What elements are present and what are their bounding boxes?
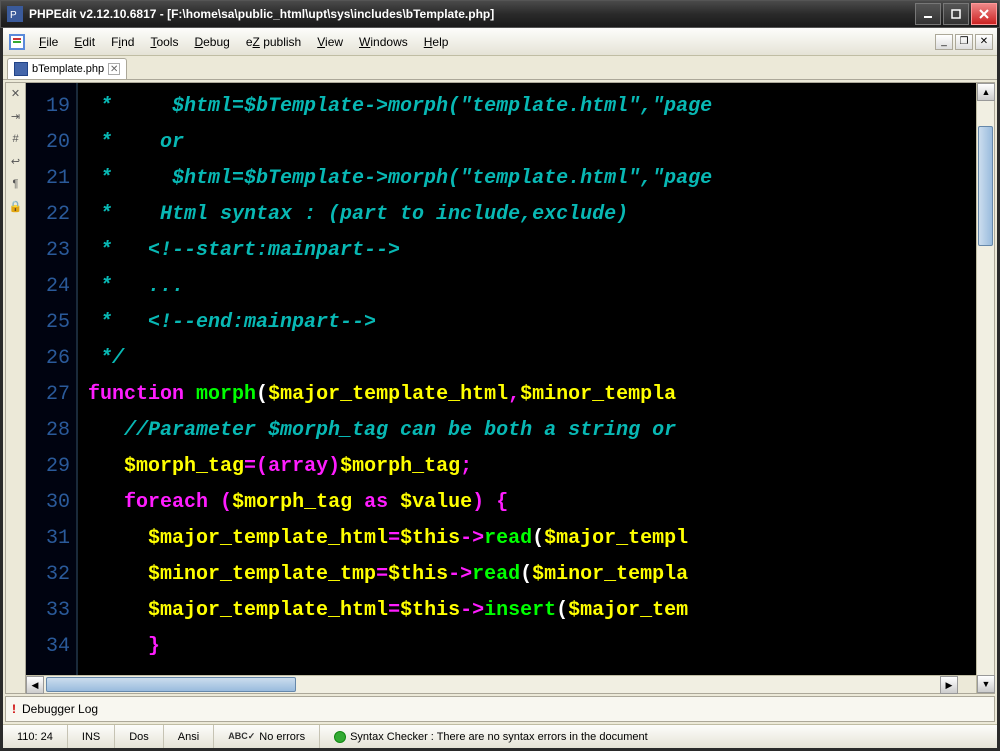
gutter-button[interactable]: ↩ bbox=[11, 155, 20, 168]
vertical-gutter: ✕ ⇥ # ↩ ¶ 🔒 bbox=[6, 83, 26, 693]
editor-area: ✕⇥#↩¶🔒 19202122232425262728293031323334 … bbox=[5, 82, 995, 694]
minimize-button[interactable] bbox=[915, 3, 941, 25]
file-tabs: bTemplate.php ✕ bbox=[3, 56, 997, 80]
tab-close-icon[interactable]: ✕ bbox=[108, 63, 120, 75]
vscroll-thumb[interactable] bbox=[978, 126, 993, 246]
mdi-minimize-button[interactable]: _ bbox=[935, 34, 953, 50]
menu-edit[interactable]: Edit bbox=[66, 31, 103, 53]
menu-view[interactable]: View bbox=[309, 31, 351, 53]
menu-windows[interactable]: Windows bbox=[351, 31, 416, 53]
menu-file[interactable]: File bbox=[31, 31, 66, 53]
warning-icon: ! bbox=[12, 702, 16, 716]
debugger-log-label: Debugger Log bbox=[22, 702, 98, 716]
status-insert-mode[interactable]: INS bbox=[68, 725, 115, 748]
scroll-down-button[interactable]: ▼ bbox=[977, 675, 995, 693]
mdi-restore-button[interactable]: ❐ bbox=[955, 34, 973, 50]
menubar: File Edit Find Tools Debug eZ publish Vi… bbox=[3, 28, 997, 56]
gutter-button[interactable]: ¶ bbox=[13, 178, 19, 190]
scroll-right-button[interactable]: ▶ bbox=[940, 676, 958, 694]
status-encoding[interactable]: Ansi bbox=[164, 725, 214, 748]
status-errors[interactable]: ABC✓ No errors bbox=[214, 725, 320, 748]
debugger-log-panel[interactable]: ! Debugger Log bbox=[5, 696, 995, 722]
menu-ez-publish[interactable]: eZ publish bbox=[238, 31, 309, 53]
menu-app-icon[interactable] bbox=[9, 34, 25, 50]
app-icon: P bbox=[7, 6, 23, 22]
gutter-button[interactable]: ✕ bbox=[11, 87, 20, 100]
gutter-button[interactable]: ⇥ bbox=[11, 110, 20, 123]
menu-help[interactable]: Help bbox=[416, 31, 457, 53]
close-button[interactable] bbox=[971, 3, 997, 25]
menu-debug[interactable]: Debug bbox=[186, 31, 237, 53]
gutter-button[interactable]: 🔒 bbox=[9, 200, 23, 213]
line-number-gutter: 19202122232425262728293031323334 bbox=[26, 83, 78, 675]
status-syntax-checker[interactable]: Syntax Checker : There are no syntax err… bbox=[320, 725, 997, 748]
menu-find[interactable]: Find bbox=[103, 31, 142, 53]
mdi-close-button[interactable]: ✕ bbox=[975, 34, 993, 50]
status-position: 110: 24 bbox=[3, 725, 68, 748]
maximize-button[interactable] bbox=[943, 3, 969, 25]
scroll-left-button[interactable]: ◀ bbox=[26, 676, 44, 694]
check-ok-icon bbox=[334, 731, 346, 743]
spellcheck-icon: ABC✓ bbox=[228, 731, 255, 742]
statusbar: 110: 24 INS Dos Ansi ABC✓ No errors Synt… bbox=[3, 724, 997, 748]
gutter-button[interactable]: # bbox=[12, 133, 18, 145]
vertical-scrollbar[interactable]: ▲ ▼ bbox=[976, 83, 994, 693]
file-tab-label: bTemplate.php bbox=[32, 63, 104, 75]
file-tab[interactable]: bTemplate.php ✕ bbox=[7, 58, 127, 79]
titlebar[interactable]: P PHPEdit v2.12.10.6817 - [F:\home\sa\pu… bbox=[0, 0, 1000, 28]
hscroll-thumb[interactable] bbox=[46, 677, 296, 692]
horizontal-scrollbar[interactable]: ◀ ▶ bbox=[26, 675, 976, 693]
status-line-ending[interactable]: Dos bbox=[115, 725, 164, 748]
window-title: PHPEdit v2.12.10.6817 - [F:\home\sa\publ… bbox=[29, 7, 915, 21]
scroll-up-button[interactable]: ▲ bbox=[977, 83, 995, 101]
menu-tools[interactable]: Tools bbox=[142, 31, 186, 53]
svg-text:P: P bbox=[10, 10, 17, 21]
php-file-icon bbox=[14, 62, 28, 76]
code-text-area[interactable]: * $html=$bTemplate->morph("template.html… bbox=[78, 83, 976, 675]
